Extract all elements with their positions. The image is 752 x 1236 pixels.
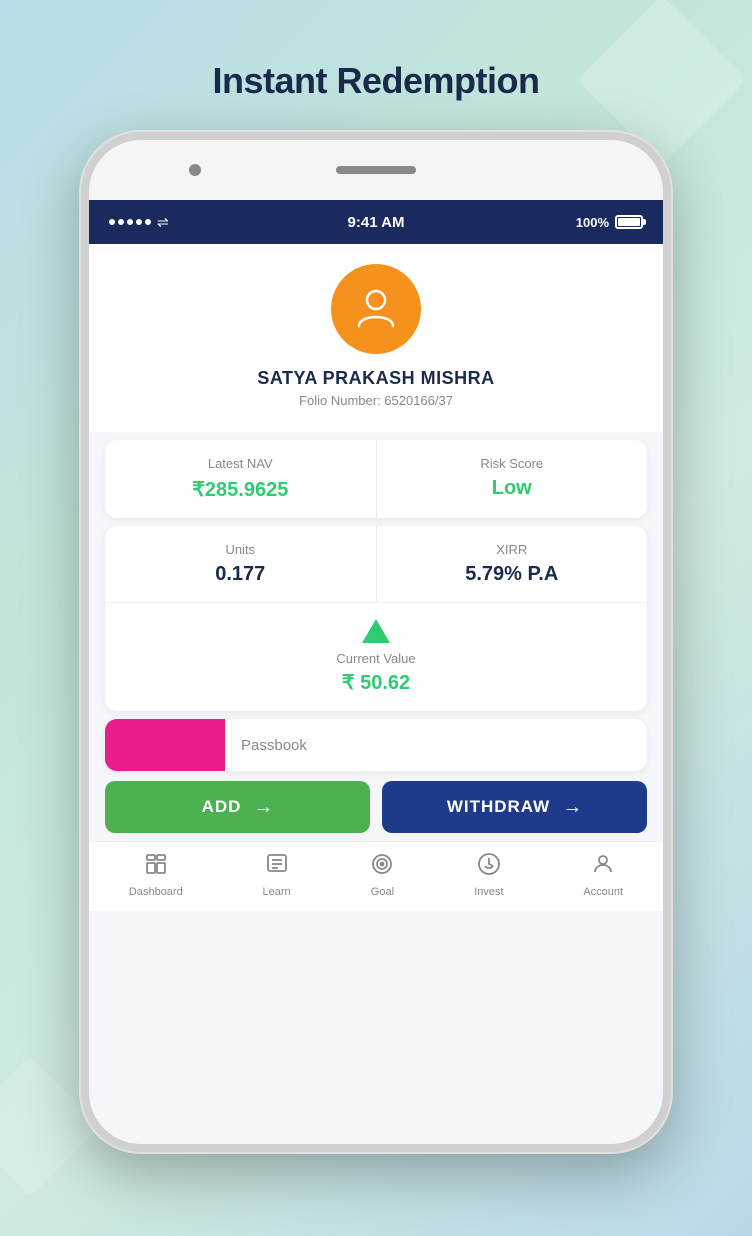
signal-dot-1 [109, 219, 115, 225]
withdraw-arrow-icon: → [562, 796, 582, 819]
withdraw-button[interactable]: WITHDRAW → [382, 781, 647, 833]
current-value-amount: ₹ 50.62 [342, 670, 410, 695]
nav-label: Latest NAV [208, 456, 273, 471]
passbook-section[interactable]: Passbook [105, 719, 647, 771]
page-title: Instant Redemption [212, 60, 539, 102]
invest-icon [477, 852, 501, 882]
withdraw-button-label: WITHDRAW [447, 797, 550, 817]
units-value: 0.177 [215, 563, 265, 586]
signal-dot-3 [127, 219, 133, 225]
status-left: ⇌ [109, 214, 169, 231]
user-name: SATYA PRAKASH MISHRA [257, 368, 494, 389]
units-label: Units [225, 542, 255, 557]
phone-camera [189, 164, 201, 176]
nav-item-invest[interactable]: Invest [464, 846, 513, 904]
passbook-tab[interactable] [105, 719, 225, 771]
stats-card: Latest NAV ₹285.9625 Risk Score Low [105, 440, 647, 518]
status-bar: ⇌ 9:41 AM 100% [89, 200, 663, 244]
profile-section: SATYA PRAKASH MISHRA Folio Number: 65201… [89, 244, 663, 432]
current-value-label: Current Value [336, 651, 415, 666]
nav-item-dashboard[interactable]: Dashboard [119, 846, 193, 904]
learn-icon [265, 852, 289, 882]
xirr-stat: XIRR 5.79% P.A [377, 526, 648, 602]
xirr-label: XIRR [496, 542, 527, 557]
add-button[interactable]: ADD → [105, 781, 370, 833]
signal-dot-2 [118, 219, 124, 225]
nav-item-account[interactable]: Account [573, 846, 633, 904]
dashboard-label: Dashboard [129, 886, 183, 898]
learn-label: Learn [263, 886, 291, 898]
battery-fill [618, 218, 640, 226]
phone-speaker [336, 166, 416, 174]
risk-stat: Risk Score Low [377, 440, 648, 518]
dashboard-icon [144, 852, 168, 882]
nav-item-learn[interactable]: Learn [253, 846, 301, 904]
triangle-up-icon [362, 619, 390, 643]
bottom-nav: Dashboard Learn [89, 841, 663, 911]
nav-value: ₹285.9625 [192, 477, 288, 502]
xirr-value: 5.79% P.A [465, 563, 558, 586]
passbook-label[interactable]: Passbook [225, 737, 307, 754]
account-label: Account [583, 886, 623, 898]
status-right: 100% [576, 215, 643, 230]
phone-frame: ⇌ 9:41 AM 100% SATYA PRAKASH MISHRA Fol [81, 132, 671, 1152]
wifi-icon: ⇌ [157, 214, 169, 231]
units-stat: Units 0.177 [105, 526, 377, 602]
battery-icon [615, 215, 643, 229]
goal-label: Goal [371, 886, 394, 898]
nav-item-goal[interactable]: Goal [360, 846, 404, 904]
invest-label: Invest [474, 886, 503, 898]
app-content: SATYA PRAKASH MISHRA Folio Number: 65201… [89, 244, 663, 1144]
phone-top-bar [89, 140, 663, 200]
add-button-label: ADD [202, 797, 242, 817]
signal-dot-4 [136, 219, 142, 225]
units-card: Units 0.177 XIRR 5.79% P.A Current Value… [105, 526, 647, 711]
current-value-section: Current Value ₹ 50.62 [105, 602, 647, 711]
status-time: 9:41 AM [348, 214, 405, 231]
units-top-row: Units 0.177 XIRR 5.79% P.A [105, 526, 647, 602]
risk-label: Risk Score [480, 456, 543, 471]
action-buttons: ADD → WITHDRAW → [105, 781, 647, 833]
user-avatar-icon [351, 282, 401, 337]
account-icon [591, 852, 615, 882]
nav-stat: Latest NAV ₹285.9625 [105, 440, 377, 518]
signal-dot-5 [145, 219, 151, 225]
avatar [331, 264, 421, 354]
signal-dots [109, 219, 151, 225]
add-arrow-icon: → [253, 796, 273, 819]
battery-percentage: 100% [576, 215, 609, 230]
folio-number: Folio Number: 6520166/37 [299, 393, 453, 408]
risk-value: Low [492, 477, 532, 500]
goal-icon [370, 852, 394, 882]
